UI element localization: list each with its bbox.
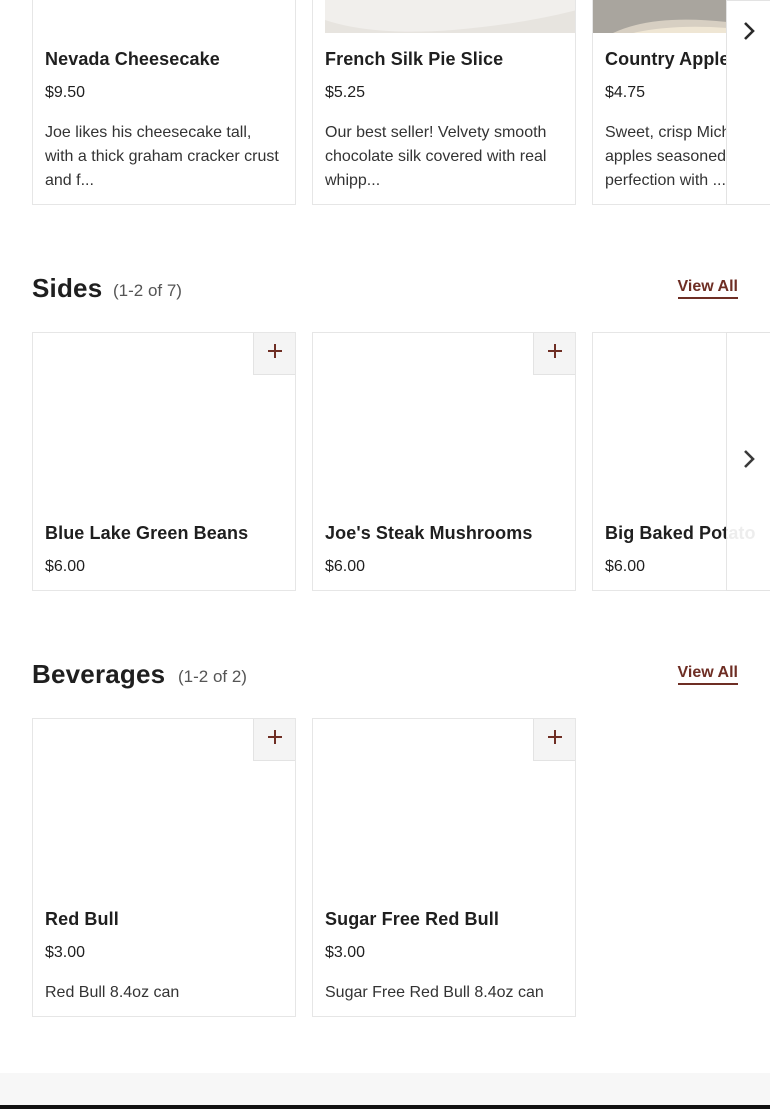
menu-item-price: $4.75 [605, 84, 646, 101]
menu-item-price: $3.00 [45, 944, 86, 961]
menu-item-card[interactable]: Red Bull $3.00 Red Bull 8.4oz can [32, 718, 296, 1017]
menu-item-description: Joe likes his cheesecake tall, with a th… [45, 124, 279, 189]
add-item-button[interactable] [533, 719, 575, 761]
menu-item-price: $9.50 [45, 84, 86, 101]
add-item-button[interactable] [533, 333, 575, 375]
menu-item-card[interactable]: Blue Lake Green Beans $6.00 [32, 332, 296, 591]
menu-item-price: $3.00 [325, 944, 366, 961]
menu-item-price: $5.25 [325, 84, 366, 101]
menu-item-card[interactable]: French Silk Pie Slice $5.25 Our best sel… [312, 0, 576, 205]
view-all-link[interactable]: View All [677, 278, 738, 299]
section-title: Beverages [32, 659, 166, 689]
menu-item-description: Our best seller! Velvety smooth chocolat… [325, 124, 547, 189]
menu-item-name: Blue Lake Green Beans [45, 523, 249, 543]
menu-item-name: Red Bull [45, 909, 119, 929]
section-item-count: (1-2 of 7) [113, 281, 182, 300]
plus-icon [547, 729, 563, 750]
add-item-button[interactable] [253, 719, 295, 761]
menu-item-price: $6.00 [605, 558, 646, 575]
menu-item-name: Joe's Steak Mushrooms [325, 523, 533, 543]
add-item-button[interactable] [253, 333, 295, 375]
plus-icon [267, 729, 283, 750]
chevron-right-icon [739, 449, 759, 474]
plus-icon [267, 343, 283, 364]
view-all-link[interactable]: View All [677, 664, 738, 685]
menu-item-description: Red Bull 8.4oz can [45, 984, 180, 1001]
menu-item-price: $6.00 [325, 558, 366, 575]
menu-item-card[interactable]: Nevada Cheesecake $9.50 Joe likes his ch… [32, 0, 296, 205]
carousel-next-button[interactable] [726, 332, 770, 591]
menu-item-name: Nevada Cheesecake [45, 49, 220, 69]
menu-item-price: $6.00 [45, 558, 86, 575]
carousel-next-button[interactable] [726, 0, 770, 205]
menu-item-name: French Silk Pie Slice [325, 49, 504, 69]
menu-item-name: Sugar Free Red Bull [325, 909, 499, 929]
footer-background [0, 1073, 770, 1105]
chevron-right-icon [739, 21, 759, 46]
section-item-count: (1-2 of 2) [178, 667, 247, 686]
plus-icon [547, 343, 563, 364]
menu-item-description: Sugar Free Red Bull 8.4oz can [325, 984, 544, 1001]
menu-item-image [313, 0, 575, 33]
section-title: Sides [32, 273, 103, 303]
menu-item-card[interactable]: Joe's Steak Mushrooms $6.00 [312, 332, 576, 591]
menu-item-card[interactable]: Sugar Free Red Bull $3.00 Sugar Free Red… [312, 718, 576, 1017]
footer-bar [0, 1105, 770, 1109]
